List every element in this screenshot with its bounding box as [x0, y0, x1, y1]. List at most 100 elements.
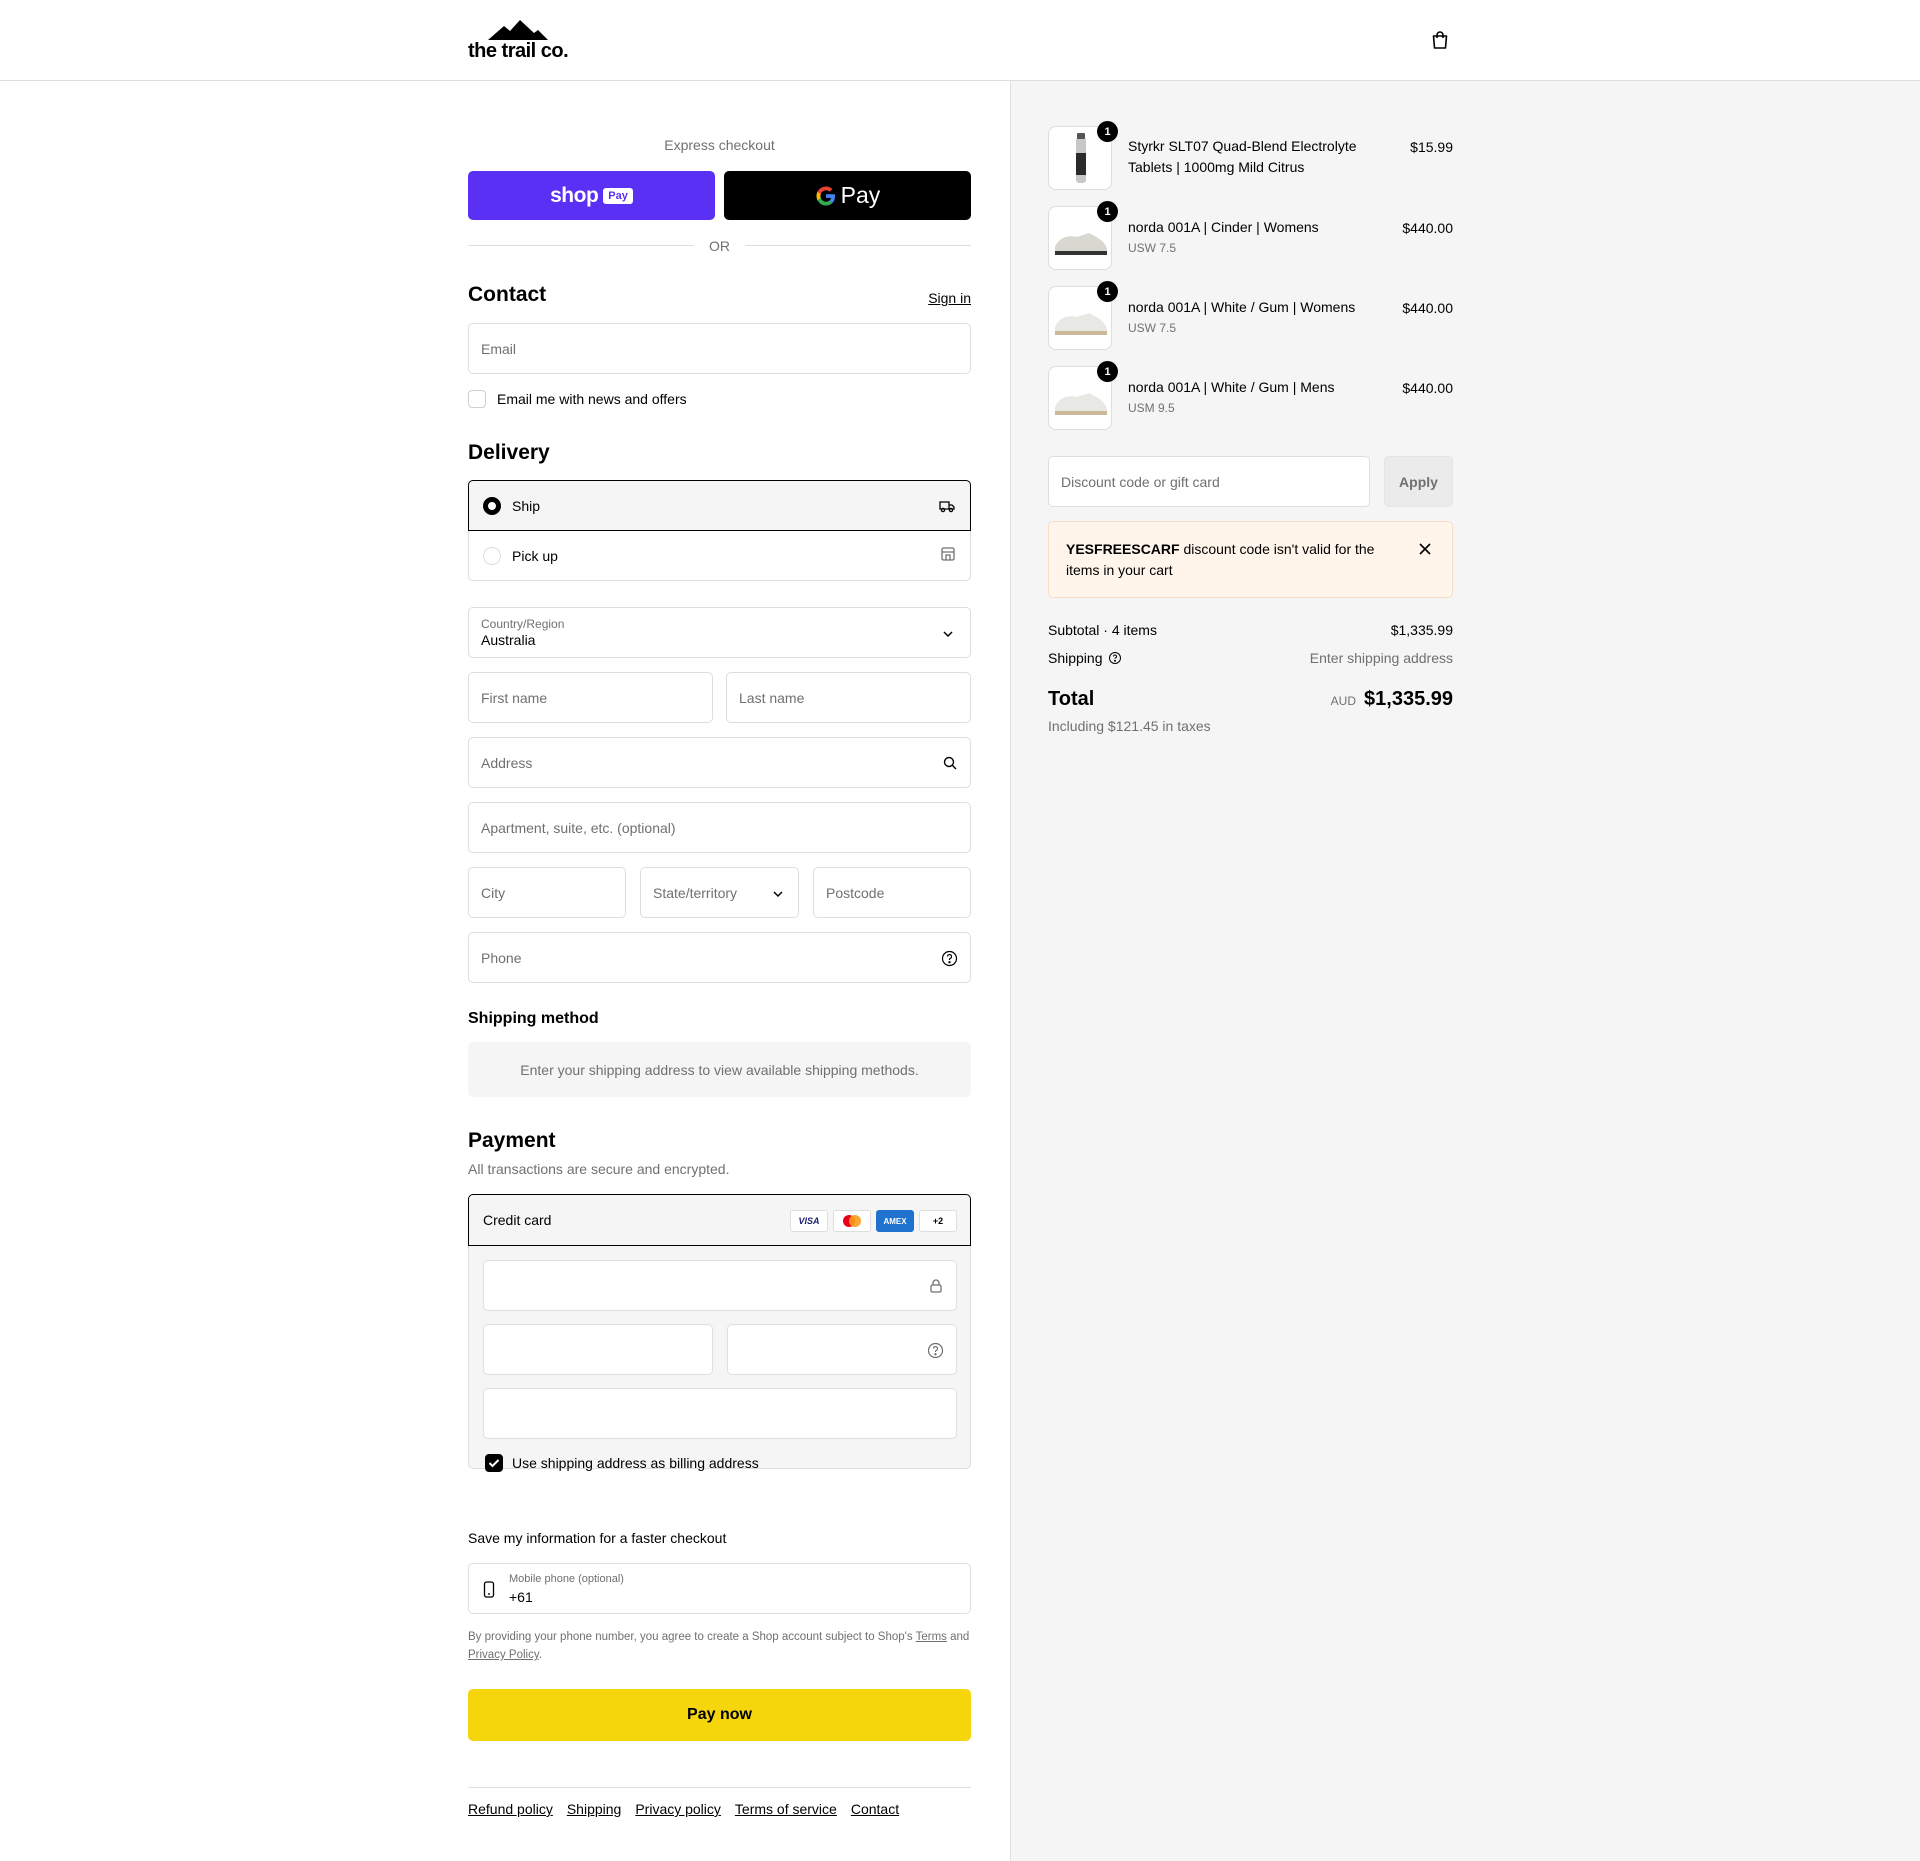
mobile-phone-label: Mobile phone (optional): [509, 1573, 624, 1585]
google-g-icon: [816, 186, 835, 205]
taxes-note: Including $121.45 in taxes: [1048, 718, 1211, 734]
cart-bag-icon[interactable]: [1430, 30, 1450, 50]
site-header: the trail co.: [0, 0, 1920, 81]
last-name-placeholder: Last name: [739, 689, 805, 706]
mobile-phone-field[interactable]: Mobile phone (optional) +61: [468, 1563, 971, 1614]
disclaimer-text: By providing your phone number, you agre…: [468, 1631, 913, 1643]
card-number-field[interactable]: [483, 1260, 957, 1311]
refund-policy-link[interactable]: Refund policy: [468, 1801, 553, 1817]
contact-link[interactable]: Contact: [851, 1801, 899, 1817]
cart-item-price: $15.99: [1410, 139, 1453, 155]
discount-error-alert: YESFREESCARF discount code isn't valid f…: [1048, 521, 1453, 598]
payment-heading: Payment: [468, 1129, 556, 1152]
city-field[interactable]: City: [468, 867, 626, 918]
phone-field[interactable]: Phone: [468, 932, 971, 983]
shipping-method-heading: Shipping method: [468, 1010, 599, 1027]
disclaimer-and: and: [950, 1631, 970, 1643]
pickup-option-label: Pick up: [512, 548, 558, 564]
first-name-placeholder: First name: [481, 689, 548, 706]
security-code-field[interactable]: [727, 1324, 957, 1375]
postcode-field[interactable]: Postcode: [813, 867, 971, 918]
shipping-value: Enter shipping address: [1309, 650, 1453, 666]
chevron-down-icon: [773, 891, 783, 898]
name-on-card-field[interactable]: [483, 1388, 957, 1439]
cart-item-name: norda 001A | White / Gum | Womens: [1128, 299, 1356, 315]
cart-item-price: $440.00: [1402, 300, 1453, 316]
shipping-label: Shipping: [1048, 650, 1103, 666]
save-info-heading: Save my information for a faster checkou…: [468, 1530, 727, 1546]
order-summary-background: [1010, 81, 1920, 1861]
country-value: Australia: [481, 632, 536, 648]
ship-option[interactable]: Ship: [468, 480, 971, 531]
email-field[interactable]: Email: [468, 323, 971, 374]
express-checkout-title: Express checkout: [664, 137, 775, 153]
contact-heading: Contact: [468, 283, 547, 306]
apply-discount-button[interactable]: Apply: [1384, 456, 1453, 507]
cart-item-name: Styrkr SLT07 Quad-Blend Electrolyte Tabl…: [1128, 138, 1357, 175]
city-placeholder: City: [481, 884, 506, 901]
sign-in-link[interactable]: Sign in: [928, 290, 971, 306]
visa-icon: VISA: [790, 1210, 828, 1232]
discount-error-message: YESFREESCARF discount code isn't valid f…: [1066, 539, 1386, 581]
credit-card-label: Credit card: [483, 1212, 552, 1228]
ship-radio[interactable]: [483, 497, 501, 515]
phone-disclaimer: By providing your phone number, you agre…: [468, 1628, 971, 1664]
help-circle-icon[interactable]: [1108, 651, 1122, 665]
email-placeholder: Email: [481, 340, 517, 357]
cart-item-name: norda 001A | Cinder | Womens: [1128, 219, 1319, 235]
truck-icon: [939, 501, 955, 513]
cart-item-variant: USW 7.5: [1128, 321, 1177, 335]
ship-option-label: Ship: [512, 498, 541, 514]
terms-link[interactable]: Terms: [916, 1631, 947, 1643]
google-pay-button[interactable]: Pay: [724, 171, 971, 220]
subtotal-value: $1,335.99: [1390, 622, 1453, 638]
privacy-policy-link[interactable]: Privacy Policy: [468, 1649, 539, 1661]
terms-of-service-link[interactable]: Terms of service: [735, 1801, 837, 1817]
news-offers-checkbox[interactable]: [468, 390, 486, 408]
shipping-method-note: Enter your shipping address to view avai…: [468, 1042, 971, 1097]
payment-subtitle: All transactions are secure and encrypte…: [468, 1161, 730, 1177]
last-name-field[interactable]: Last name: [726, 672, 971, 723]
billing-same-label: Use shipping address as billing address: [512, 1455, 759, 1471]
disclaimer-period: .: [538, 1649, 542, 1661]
apartment-field[interactable]: Apartment, suite, etc. (optional): [468, 802, 971, 853]
close-icon[interactable]: [1418, 542, 1432, 556]
amex-icon: AMEX: [876, 1210, 914, 1232]
search-icon: [943, 756, 957, 770]
help-circle-icon[interactable]: [941, 950, 958, 967]
first-name-field[interactable]: First name: [468, 672, 713, 723]
billing-same-checkbox[interactable]: [485, 1454, 503, 1472]
apartment-placeholder: Apartment, suite, etc. (optional): [481, 819, 676, 836]
news-offers-label: Email me with news and offers: [497, 391, 687, 407]
country-select[interactable]: Country/Region Australia: [468, 607, 971, 658]
cart-item-variant: USW 7.5: [1128, 241, 1177, 255]
total-amount: AUD $1,335.99: [1331, 688, 1453, 711]
country-label: Country/Region: [481, 617, 565, 631]
privacy-policy-footer-link[interactable]: Privacy policy: [635, 1801, 721, 1817]
expiry-field[interactable]: [483, 1324, 713, 1375]
discount-code: YESFREESCARF: [1066, 541, 1180, 557]
subtotal-label: Subtotal · 4 items: [1048, 622, 1157, 638]
shop-pay-button[interactable]: shop Pay: [468, 171, 715, 220]
discount-code-field[interactable]: Discount code or gift card: [1048, 456, 1370, 507]
brand-logo[interactable]: the trail co.: [468, 20, 570, 62]
pay-now-button[interactable]: Pay now: [468, 1689, 971, 1741]
credit-card-option[interactable]: Credit card VISA AMEX +2: [468, 1194, 971, 1246]
mobile-phone-icon: [483, 1581, 495, 1598]
more-cards-badge: +2: [919, 1210, 957, 1232]
total-value: $1,335.99: [1364, 688, 1453, 710]
address-field[interactable]: Address: [468, 737, 971, 788]
help-circle-icon[interactable]: [927, 1342, 944, 1359]
shop-pay-badge: Pay: [603, 187, 633, 204]
delivery-heading: Delivery: [468, 441, 550, 464]
quantity-badge: 1: [1097, 121, 1118, 142]
google-pay-label: Pay: [840, 182, 881, 208]
cart-item-price: $440.00: [1402, 380, 1453, 396]
shipping-policy-link[interactable]: Shipping: [567, 1801, 622, 1817]
total-label: Total: [1048, 688, 1095, 710]
pickup-radio[interactable]: [483, 547, 501, 565]
pickup-option[interactable]: Pick up: [468, 531, 971, 581]
state-select[interactable]: State/territory: [640, 867, 799, 918]
lock-icon: [930, 1279, 942, 1293]
postcode-placeholder: Postcode: [826, 884, 885, 901]
